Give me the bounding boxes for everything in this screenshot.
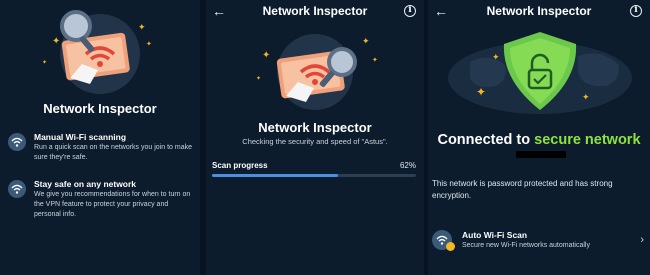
svg-text:✦: ✦ xyxy=(52,36,60,47)
feature-description: Run a quick scan on the networks you joi… xyxy=(34,144,192,161)
auto-scan-description: Secure new Wi-Fi networks automatically xyxy=(462,242,590,249)
svg-text:✦: ✦ xyxy=(256,75,261,82)
auto-scan-title: Auto Wi-Fi Scan xyxy=(462,230,528,240)
secure-network-panel: ← Network Inspector i ✦ ✦ ✦ Connected to… xyxy=(428,0,650,275)
nav-title: Network Inspector xyxy=(486,4,592,18)
connection-status: Connected to secure network xyxy=(428,132,650,148)
svg-text:✦: ✦ xyxy=(492,52,500,62)
svg-text:✦: ✦ xyxy=(582,92,590,102)
svg-text:✦: ✦ xyxy=(476,85,486,99)
wifi-shield-icon xyxy=(8,180,26,198)
connection-accent: secure network xyxy=(534,132,641,148)
progress-fill xyxy=(212,174,339,177)
connection-prefix: Connected to xyxy=(437,132,535,148)
top-bar: ← Network Inspector i xyxy=(428,0,650,24)
svg-text:✦: ✦ xyxy=(362,36,370,46)
network-inspector-illustration: ✦ ✦ ✦ ✦ xyxy=(256,34,378,110)
redacted-network-name xyxy=(516,151,566,158)
svg-text:✦: ✦ xyxy=(146,40,152,48)
svg-text:✦: ✦ xyxy=(372,56,378,64)
svg-text:✦: ✦ xyxy=(138,22,146,32)
feature-description: We give you recommendations for when to … xyxy=(34,191,191,218)
scan-subtitle: Checking the security and speed of "Astu… xyxy=(242,137,388,146)
wifi-icon xyxy=(8,133,26,151)
feature-title: Stay safe on any network xyxy=(34,179,137,189)
auto-wifi-scan-row[interactable]: Auto Wi-Fi Scan Secure new Wi-Fi network… xyxy=(432,228,650,254)
network-inspector-illustration: ✦ ✦ ✦ ✦ xyxy=(42,10,152,94)
top-bar: ← Network Inspector i xyxy=(206,0,424,24)
svg-text:✦: ✦ xyxy=(42,59,47,66)
progress-percent: 62% xyxy=(399,161,416,170)
info-icon[interactable]: i xyxy=(404,5,416,17)
info-icon[interactable]: i xyxy=(630,5,642,17)
feature-manual-scan: Manual Wi-Fi scanning Run a quick scan o… xyxy=(8,132,196,166)
lock-icon xyxy=(446,242,455,251)
chevron-right-icon[interactable]: › xyxy=(640,234,644,246)
progress-track xyxy=(212,174,416,177)
svg-text:✦: ✦ xyxy=(262,50,270,61)
progress-label: Scan progress xyxy=(212,161,268,170)
nav-title: Network Inspector xyxy=(262,4,368,18)
secure-shield-illustration: ✦ ✦ ✦ xyxy=(448,32,632,114)
onboarding-panel: ✦ ✦ ✦ ✦ Network Inspector Manual Wi-Fi s… xyxy=(0,0,200,275)
feature-stay-safe: Stay safe on any network We give you rec… xyxy=(8,179,196,223)
page-title: Network Inspector xyxy=(258,120,372,135)
protection-text: This network is password protected and h… xyxy=(432,179,613,200)
page-title: Network Inspector xyxy=(43,101,157,116)
feature-title: Manual Wi-Fi scanning xyxy=(34,132,127,142)
scan-progress-panel: ← Network Inspector i ✦ ✦ ✦ ✦ Network In… xyxy=(206,0,424,275)
